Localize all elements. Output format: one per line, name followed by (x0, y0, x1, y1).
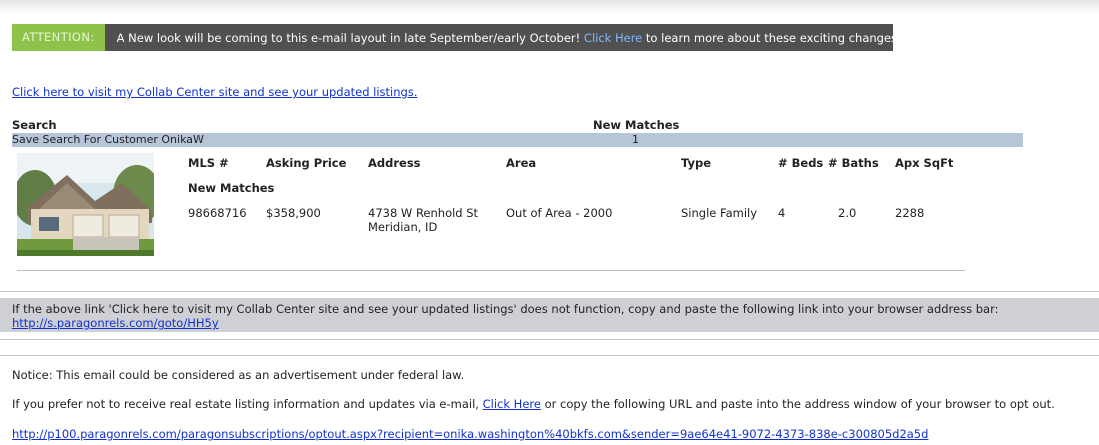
new-matches-group-label: New Matches (188, 181, 275, 195)
banner-text: A New look will be coming to this e-mail… (116, 30, 581, 45)
col-sqft: Apx SqFt (895, 156, 954, 170)
listing-type: Single Family (681, 206, 758, 220)
listing-baths: 2.0 (838, 206, 857, 220)
fallback-text: If the above link 'Click here to visit m… (12, 302, 999, 316)
optout-url-row: http://p100.paragonrels.com/paragonsubsc… (12, 427, 928, 441)
banner-learn-more-link[interactable]: Click Here (584, 31, 642, 45)
legal-notice: Notice: This email could be considered a… (12, 368, 465, 382)
col-baths: # Baths (828, 156, 879, 170)
col-asking-price: Asking Price (266, 156, 347, 170)
saved-search-name: Save Search For Customer OnikaW (12, 133, 204, 146)
banner-message: A New look will be coming to this e-mail… (105, 31, 901, 45)
listing-address-line1: 4738 W Renhold St (368, 206, 479, 220)
optout-text: If you prefer not to receive real estate… (12, 397, 1055, 411)
new-matches-count: 1 (632, 133, 639, 146)
collab-center-link[interactable]: Click here to visit my Collab Center sit… (12, 85, 418, 99)
section-divider-top (0, 291, 1099, 292)
attention-tag: ATTENTION: (12, 24, 105, 51)
listing-mls: 98668716 (188, 206, 247, 220)
top-shadow (0, 0, 1099, 14)
optout-click-here-link[interactable]: Click Here (483, 397, 541, 411)
fallback-link-box: If the above link 'Click here to visit m… (0, 298, 1099, 332)
optout-text-before: If you prefer not to receive real estate… (12, 397, 479, 411)
section-divider-bottom (0, 339, 1099, 340)
optout-text-after: or copy the following URL and paste into… (544, 397, 1055, 411)
section-divider-notice (0, 355, 1099, 356)
listing-beds: 4 (778, 206, 786, 220)
search-column-header: Search (12, 118, 57, 132)
attention-banner: ATTENTION: A New look will be coming to … (12, 24, 901, 51)
listing-sqft: 2288 (895, 206, 925, 220)
results-divider (17, 270, 965, 271)
col-address: Address (368, 156, 421, 170)
listing-area: Out of Area - 2000 (506, 206, 613, 220)
col-area: Area (506, 156, 537, 170)
listing-address: 4738 W Renhold St Meridian, ID (368, 206, 478, 234)
fallback-url-link[interactable]: http://s.paragonrels.com/goto/HH5y (12, 316, 219, 330)
banner-text-end: to learn more about these exciting chang… (645, 30, 901, 45)
optout-url-link[interactable]: http://p100.paragonrels.com/paragonsubsc… (12, 427, 928, 441)
saved-search-row: Save Search For Customer OnikaW 1 (12, 133, 1023, 147)
col-mls: MLS # (188, 156, 229, 170)
new-matches-column-header: New Matches (593, 118, 680, 132)
listing-address-line2: Meridian, ID (368, 220, 438, 234)
listing-price: $358,900 (266, 206, 321, 220)
listing-photo[interactable] (17, 153, 154, 256)
col-type: Type (681, 156, 712, 170)
col-beds: # Beds (778, 156, 824, 170)
